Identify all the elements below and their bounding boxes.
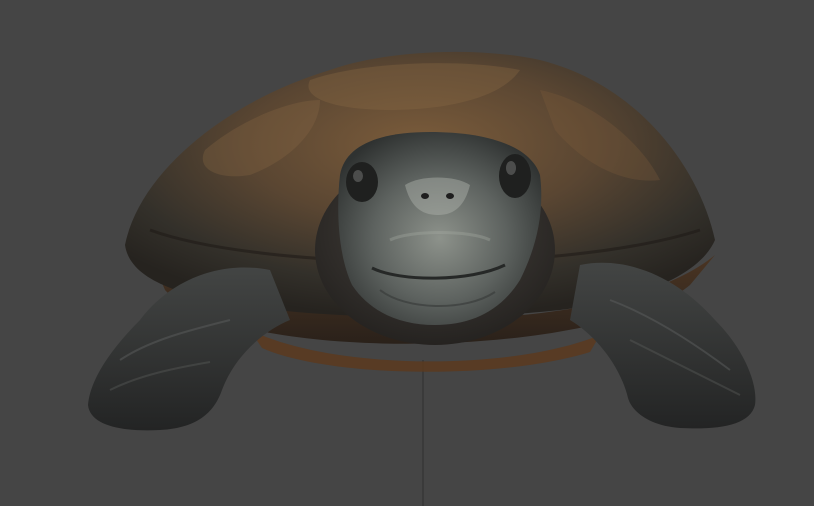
nostril	[421, 193, 429, 199]
right-foreleg	[570, 262, 756, 429]
3d-viewport[interactable]	[0, 0, 814, 506]
left-eye-shine	[353, 170, 363, 182]
left-foreleg	[88, 267, 290, 431]
tortoise-render	[88, 51, 756, 506]
right-eye	[499, 154, 531, 198]
right-eye-shine	[506, 161, 516, 175]
nostril	[446, 193, 454, 199]
left-eye	[346, 162, 378, 202]
